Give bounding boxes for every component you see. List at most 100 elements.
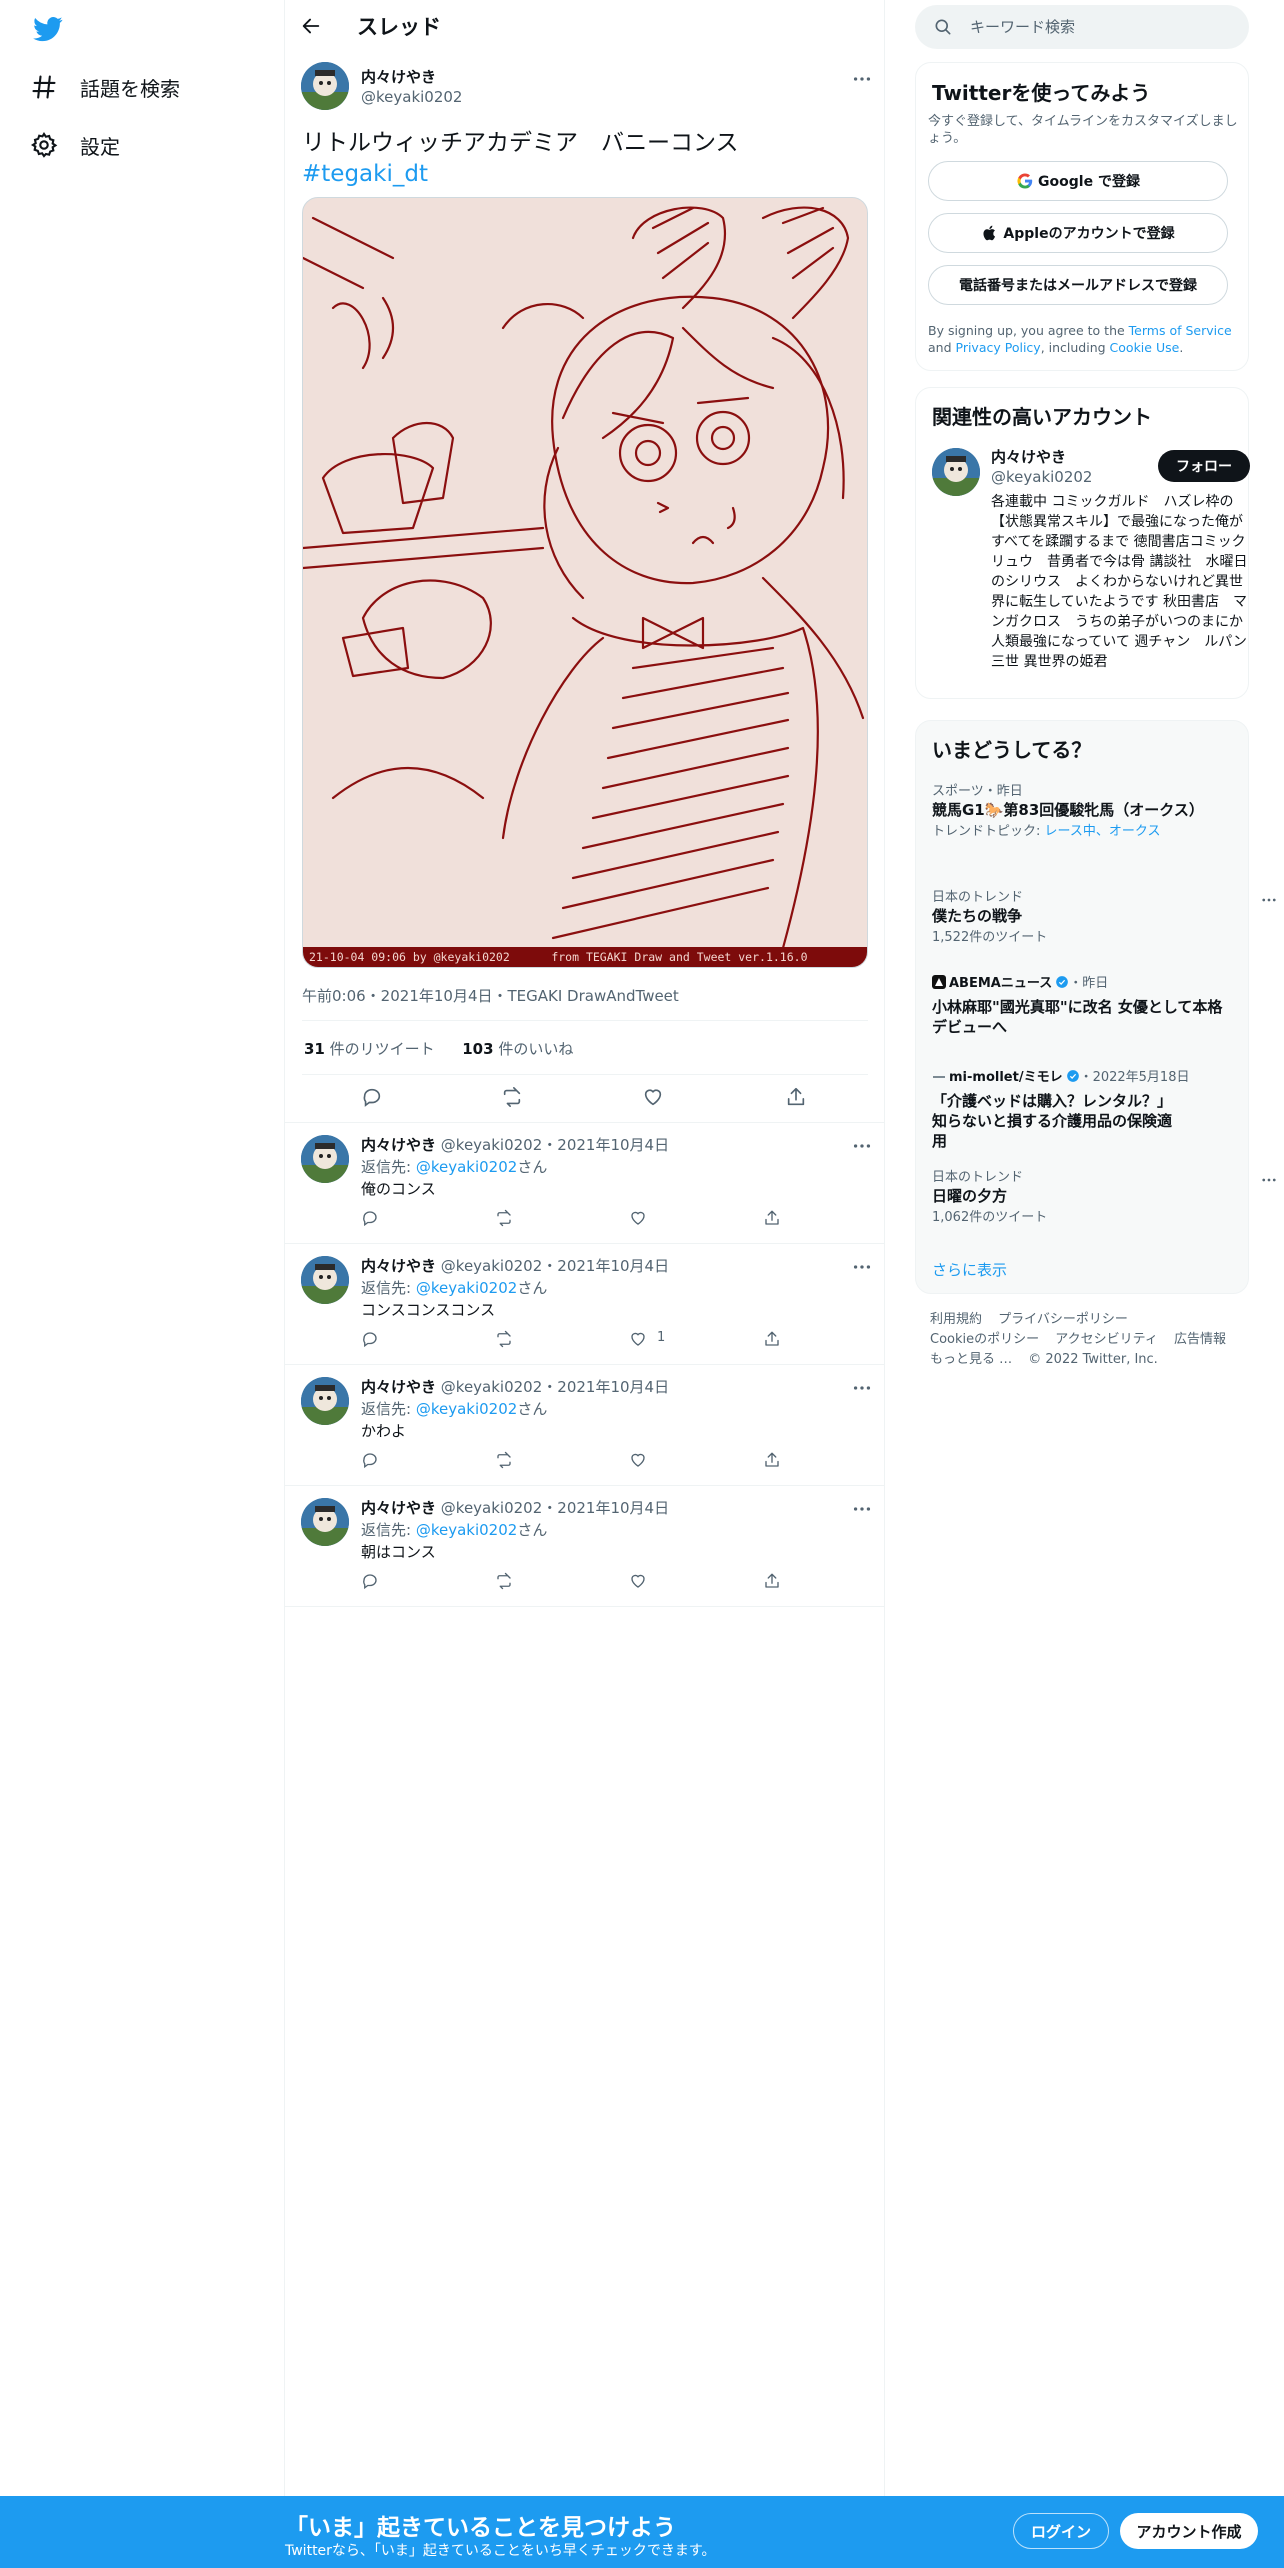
mention-link[interactable]: @keyaki0202 xyxy=(416,1521,517,1539)
reply-tweet[interactable]: 内々けやき @keyaki0202・2021年10月4日 返信先: @keyak… xyxy=(285,1365,885,1486)
phone-email-signup-button[interactable]: 電話番号またはメールアドレスで登録 xyxy=(928,265,1228,305)
reply-text: コンスコンスコンス xyxy=(361,1301,496,1319)
author-handle[interactable]: @keyaki0202 xyxy=(361,88,462,106)
trend-topic-link[interactable]: レース中、オークス xyxy=(1045,824,1161,839)
search-box[interactable] xyxy=(915,5,1249,49)
reply-icon[interactable] xyxy=(361,1451,379,1469)
verified-badge-icon xyxy=(1066,1069,1079,1082)
reply-date[interactable]: 2021年10月4日 xyxy=(557,1499,669,1517)
retweet-label[interactable]: 件のリツイート xyxy=(330,1040,435,1058)
tweet-actions xyxy=(285,1082,885,1116)
footer-link[interactable]: アクセシビリティ xyxy=(1055,1332,1158,1347)
tweet-timestamp[interactable]: 午前0:06・2021年10月4日・TEGAKI DrawAndTweet xyxy=(302,985,679,1006)
signup-terms: By signing up, you agree to the Terms of… xyxy=(928,322,1244,356)
search-input[interactable] xyxy=(970,17,1230,37)
news-item[interactable]: ABEMAニュース ・昨日 小林麻耶"國光真耶"に改名 女優として本格デビューへ xyxy=(932,972,1232,1037)
mention-link[interactable]: @keyaki0202 xyxy=(416,1400,517,1418)
author-name[interactable]: 内々けやき xyxy=(361,66,436,87)
google-signup-button[interactable]: Google で登録 xyxy=(928,161,1228,201)
like-icon[interactable] xyxy=(629,1209,647,1227)
twitter-bird-icon[interactable] xyxy=(30,14,66,44)
related-account-name[interactable]: 内々けやき xyxy=(991,446,1066,467)
avatar[interactable] xyxy=(932,448,980,496)
related-account-handle[interactable]: @keyaki0202 xyxy=(991,468,1092,486)
reply-tweet[interactable]: 内々けやき @keyaki0202・2021年10月4日 返信先: @keyak… xyxy=(285,1123,885,1244)
more-options-icon[interactable] xyxy=(851,1135,873,1157)
author-name[interactable]: 内々けやき xyxy=(361,1499,436,1517)
reply-to-suffix: さん xyxy=(517,1521,548,1539)
like-label[interactable]: 件のいいね xyxy=(498,1040,573,1058)
trend-item[interactable]: スポーツ・昨日 競馬G1🐎第83回優駿牝馬（オークス） トレンドトピック: レー… xyxy=(932,783,1232,841)
footer-link[interactable]: Cookieのポリシー xyxy=(930,1332,1039,1347)
reply-tweet[interactable]: 内々けやき @keyaki0202・2021年10月4日 返信先: @keyak… xyxy=(285,1486,885,1607)
reply-date[interactable]: 2021年10月4日 xyxy=(557,1257,669,1275)
login-button[interactable]: ログイン xyxy=(1013,2513,1109,2549)
like-icon[interactable] xyxy=(629,1572,647,1590)
hashtag-link[interactable]: #tegaki_dt xyxy=(302,159,862,190)
author-name[interactable]: 内々けやき xyxy=(361,1257,436,1275)
author-name[interactable]: 内々けやき xyxy=(361,1136,436,1154)
retweet-count[interactable]: 31 xyxy=(304,1040,325,1058)
author-handle[interactable]: @keyaki0202 xyxy=(441,1136,542,1154)
follow-button[interactable]: フォロー xyxy=(1158,450,1250,482)
show-more-link[interactable]: さらに表示 xyxy=(932,1259,1007,1280)
more-options-icon[interactable] xyxy=(851,68,873,90)
footer-link[interactable]: 広告情報 xyxy=(1174,1332,1226,1347)
mention-link[interactable]: @keyaki0202 xyxy=(416,1279,517,1297)
avatar[interactable] xyxy=(301,1377,349,1425)
retweet-icon[interactable] xyxy=(501,1086,523,1108)
author-handle[interactable]: @keyaki0202 xyxy=(441,1257,542,1275)
more-options-icon[interactable] xyxy=(1260,1171,1278,1189)
search-icon xyxy=(935,19,951,35)
share-icon[interactable] xyxy=(763,1451,781,1469)
reply-date[interactable]: 2021年10月4日 xyxy=(557,1378,669,1396)
nav-item-settings[interactable]: 設定 xyxy=(30,125,120,165)
share-icon[interactable] xyxy=(763,1330,781,1348)
news-item[interactable]: mi-mollet/ミモレ ・2022年5月18日 「介護ベッドは購入？レンタル… xyxy=(932,1066,1232,1151)
more-options-icon[interactable] xyxy=(851,1377,873,1399)
privacy-policy-link[interactable]: Privacy Policy xyxy=(956,340,1041,355)
retweet-icon[interactable] xyxy=(495,1330,513,1348)
reply-icon[interactable] xyxy=(361,1330,379,1348)
footer-link[interactable]: もっと見る … xyxy=(930,1352,1012,1367)
retweet-icon[interactable] xyxy=(495,1451,513,1469)
more-options-icon[interactable] xyxy=(851,1498,873,1520)
trend-item[interactable]: 日本のトレンド 僕たちの戦争 1,522件のツイート xyxy=(932,889,1232,947)
reply-date[interactable]: 2021年10月4日 xyxy=(557,1136,669,1154)
share-icon[interactable] xyxy=(763,1209,781,1227)
trend-item[interactable]: 日本のトレンド 日曜の夕方 1,062件のツイート xyxy=(932,1169,1232,1227)
avatar[interactable] xyxy=(301,1498,349,1546)
avatar[interactable] xyxy=(301,62,349,110)
footer-link[interactable]: 利用規約 xyxy=(930,1312,982,1327)
reply-icon[interactable] xyxy=(361,1209,379,1227)
retweet-icon[interactable] xyxy=(495,1209,513,1227)
reply-icon[interactable] xyxy=(361,1086,383,1108)
like-count[interactable]: 103 xyxy=(462,1040,493,1058)
mention-link[interactable]: @keyaki0202 xyxy=(416,1158,517,1176)
like-icon[interactable] xyxy=(629,1451,647,1469)
author-handle[interactable]: @keyaki0202 xyxy=(441,1499,542,1517)
bottom-signup-bar: 「いま」起きていることを見つけよう Twitterなら、「いま」起きていることを… xyxy=(0,2496,1284,2568)
share-icon[interactable] xyxy=(785,1086,807,1108)
more-options-icon[interactable] xyxy=(1260,891,1278,909)
more-options-icon[interactable] xyxy=(851,1256,873,1278)
like-icon[interactable] xyxy=(642,1086,664,1108)
terms-of-service-link[interactable]: Terms of Service xyxy=(1129,323,1232,338)
reply-tweet[interactable]: 内々けやき @keyaki0202・2021年10月4日 返信先: @keyak… xyxy=(285,1244,885,1365)
apple-signup-button[interactable]: Appleのアカウントで登録 xyxy=(928,213,1228,253)
reply-icon[interactable] xyxy=(361,1572,379,1590)
avatar[interactable] xyxy=(301,1256,349,1304)
nav-item-explore[interactable]: 話題を検索 xyxy=(30,67,180,107)
share-icon[interactable] xyxy=(763,1572,781,1590)
reply-to-prefix: 返信先: xyxy=(361,1521,416,1539)
arrow-left-icon[interactable] xyxy=(300,15,322,37)
author-name[interactable]: 内々けやき xyxy=(361,1378,436,1396)
avatar[interactable] xyxy=(301,1135,349,1183)
retweet-icon[interactable] xyxy=(495,1572,513,1590)
signup-button[interactable]: アカウント作成 xyxy=(1120,2513,1258,2549)
cookie-use-link[interactable]: Cookie Use xyxy=(1110,340,1180,355)
author-handle[interactable]: @keyaki0202 xyxy=(441,1378,542,1396)
tweet-image[interactable]: 21-10-04 09:06 by @keyaki0202 from TEGAK… xyxy=(302,197,868,968)
like-icon[interactable] xyxy=(629,1330,647,1348)
footer-link[interactable]: プライバシーポリシー xyxy=(998,1312,1128,1327)
